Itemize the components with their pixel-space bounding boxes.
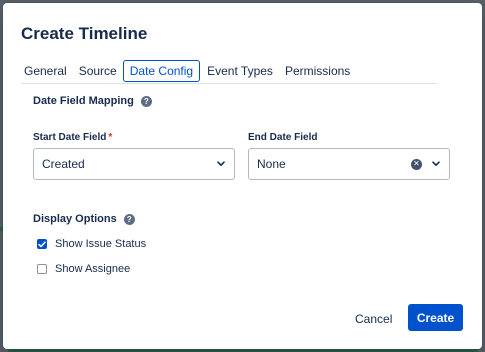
tab-general[interactable]: General xyxy=(21,60,70,82)
create-timeline-dialog: Create Timeline General Source Date Conf… xyxy=(3,3,482,349)
start-date-label-text: Start Date Field xyxy=(33,132,107,143)
show-assignee-option[interactable]: Show Assignee xyxy=(37,263,130,275)
question-circle-icon[interactable]: ? xyxy=(123,213,135,225)
show-assignee-checkbox[interactable] xyxy=(37,264,47,274)
cancel-button[interactable]: Cancel xyxy=(349,306,397,332)
tab-source[interactable]: Source xyxy=(76,60,120,82)
required-marker: * xyxy=(108,132,113,143)
start-date-value: Created xyxy=(42,157,85,171)
create-button[interactable]: Create xyxy=(408,304,463,331)
display-options-heading: Display Options ? xyxy=(33,213,135,225)
start-date-field-label: Start Date Field * xyxy=(33,132,112,143)
end-date-label-text: End Date Field xyxy=(248,132,318,143)
tabs-divider xyxy=(21,83,437,84)
show-issue-status-label: Show Issue Status xyxy=(55,238,147,250)
clear-x-circle-icon[interactable]: ✕ xyxy=(411,158,422,170)
chevron-down-icon xyxy=(431,159,441,169)
section-title-text: Display Options xyxy=(33,213,117,225)
question-circle-icon[interactable]: ? xyxy=(140,95,152,107)
end-date-field-select[interactable]: None ✕ xyxy=(248,148,450,180)
tab-permissions[interactable]: Permissions xyxy=(282,60,353,82)
start-date-field-select[interactable]: Created xyxy=(33,148,235,180)
show-issue-status-option[interactable]: Show Issue Status xyxy=(37,238,146,250)
checkmark-icon xyxy=(38,240,46,247)
tab-bar: General Source Date Config Event Types P… xyxy=(21,58,359,84)
chevron-down-icon xyxy=(216,159,226,169)
section-title-text: Date Field Mapping xyxy=(33,95,134,107)
tab-event-types[interactable]: Event Types xyxy=(204,60,276,82)
show-issue-status-checkbox[interactable] xyxy=(37,239,47,249)
show-assignee-label: Show Assignee xyxy=(55,263,131,275)
dialog-title: Create Timeline xyxy=(21,24,148,43)
end-date-value: None xyxy=(257,157,286,171)
date-field-mapping-heading: Date Field Mapping ? xyxy=(33,95,152,107)
end-date-field-label: End Date Field xyxy=(248,132,317,143)
tab-date-config[interactable]: Date Config xyxy=(122,60,201,82)
